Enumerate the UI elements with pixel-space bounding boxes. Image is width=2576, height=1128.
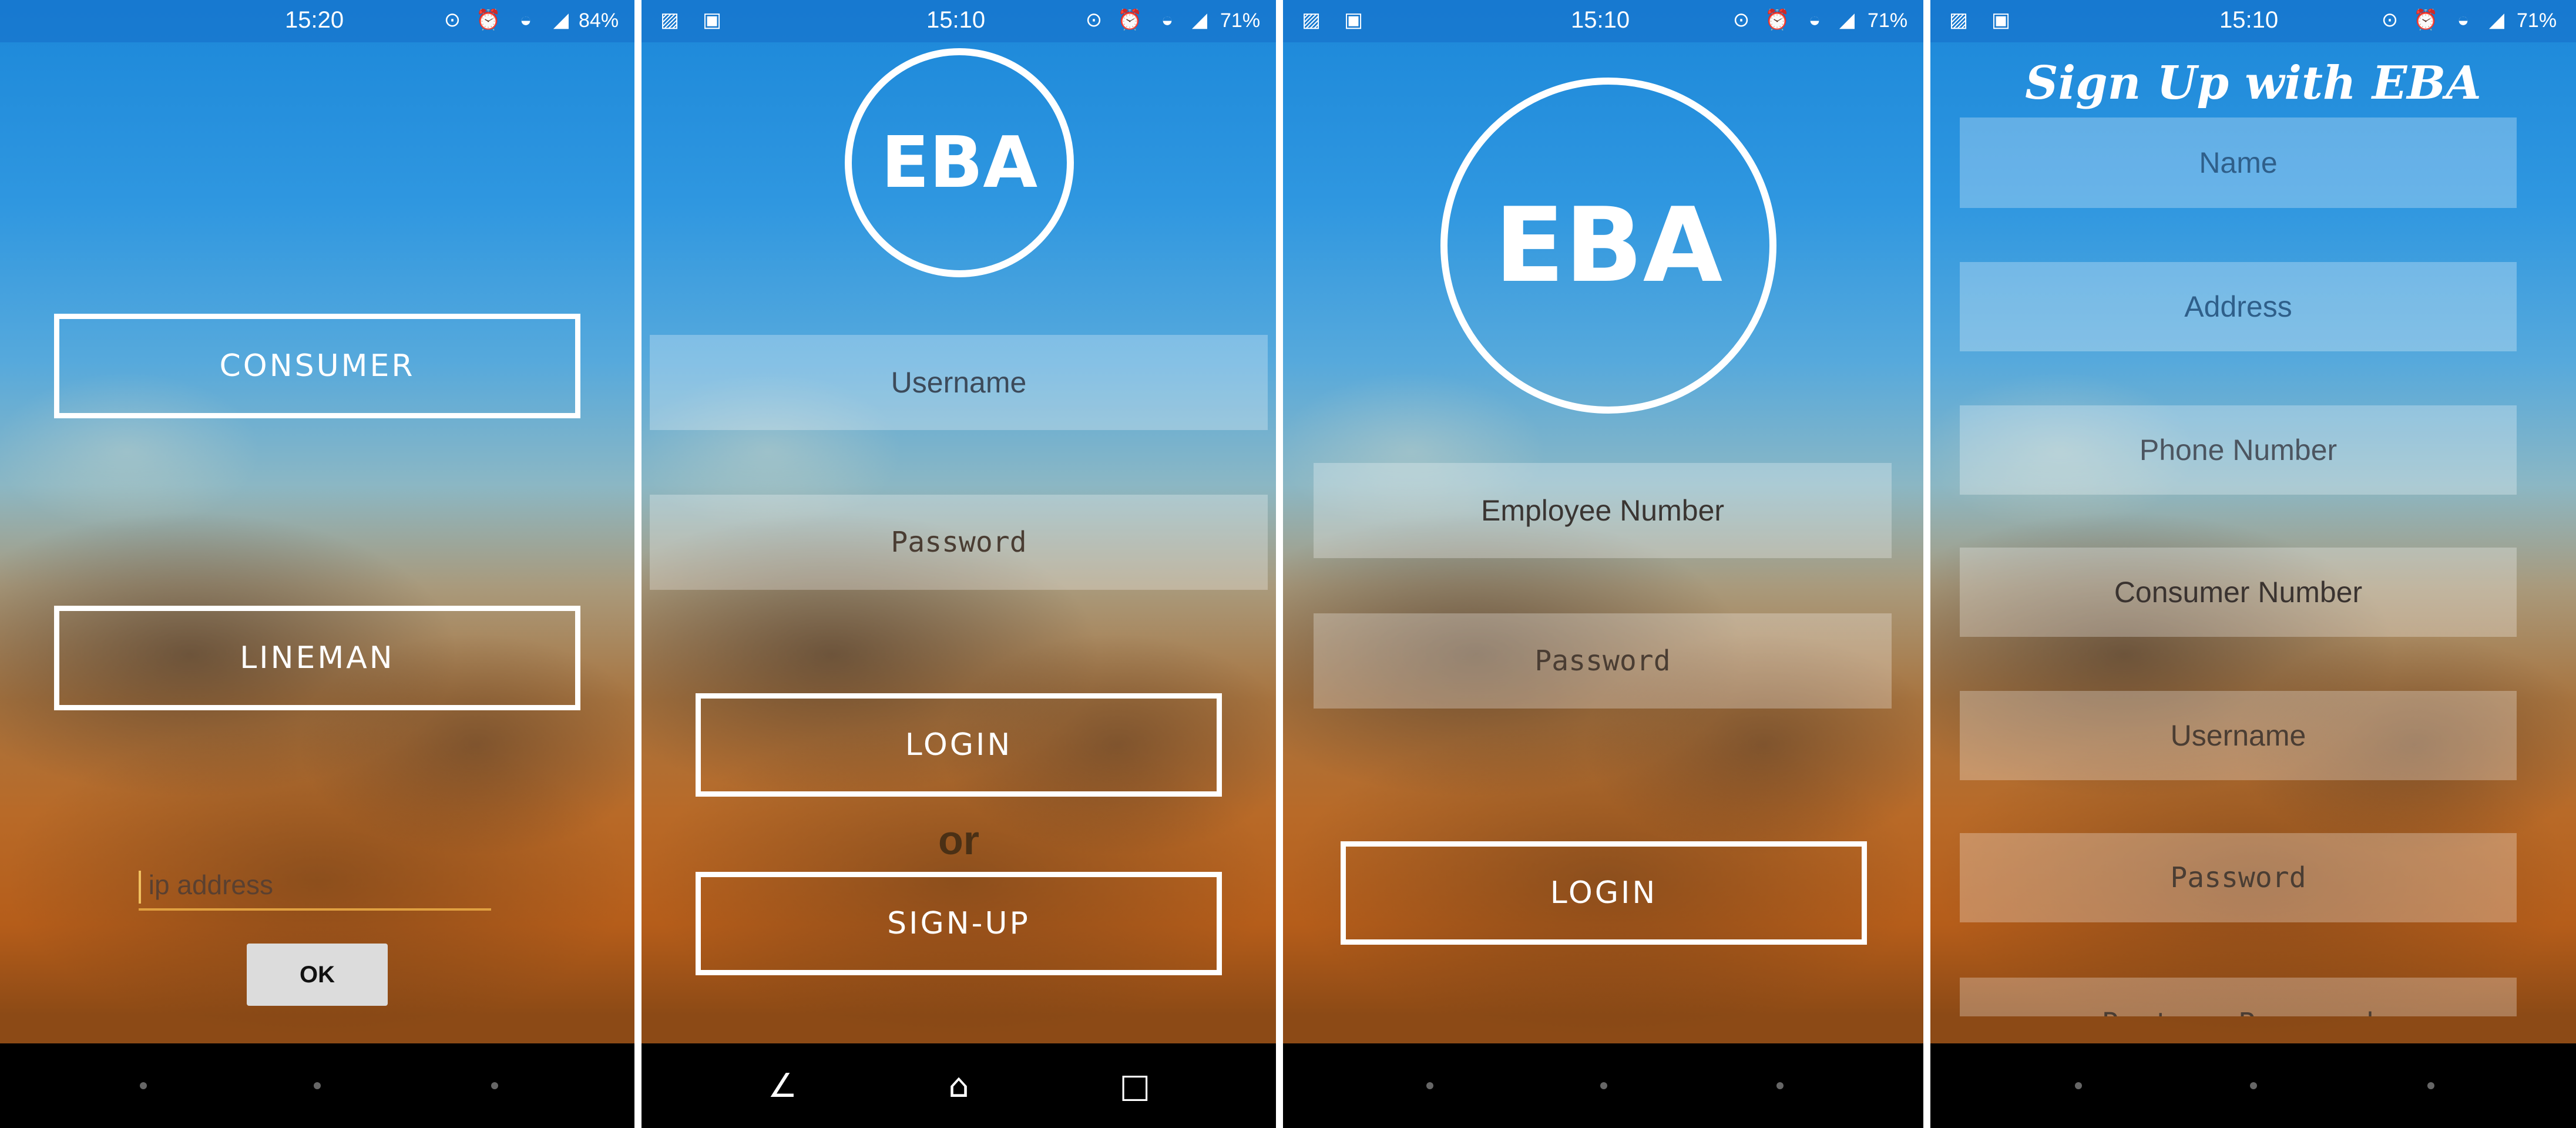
- alarm-icon: ⏰: [1765, 9, 1790, 31]
- status-bar: ▨ ▣ 15:10 ⊙ ⏰ ◒ ◢ 71%: [1930, 0, 2576, 42]
- nav-dot-left: [2075, 1082, 2082, 1089]
- nav-dot-center: [1600, 1082, 1607, 1089]
- ip-address-placeholder: ip address: [148, 870, 274, 900]
- nav-dot-left: [140, 1082, 147, 1089]
- name-field[interactable]: Name: [1960, 118, 2517, 208]
- nav-dot-right: [491, 1082, 498, 1089]
- battery-percent: 71%: [1220, 9, 1261, 32]
- screen-divider: [1276, 0, 1283, 1128]
- status-time: 15:10: [2219, 7, 2279, 33]
- home-icon[interactable]: ⌂: [935, 1066, 982, 1107]
- sync-icon: ⊙: [1085, 9, 1103, 31]
- nav-dot-left: [1426, 1082, 1433, 1089]
- password-field[interactable]: Password: [1314, 613, 1892, 709]
- nav-dot-center: [2250, 1082, 2257, 1089]
- image-icon: ▨: [660, 9, 680, 31]
- navigation-bar: [0, 1043, 634, 1128]
- nav-dot-right: [1776, 1082, 1784, 1089]
- login-button[interactable]: LOGIN: [696, 693, 1222, 797]
- image-icon: ▨: [1301, 9, 1321, 31]
- retype-password-field[interactable]: Re-type Password: [1960, 978, 2517, 1016]
- status-bar: 15:20 ⊙ ⏰ ◒ ◢ 84%: [0, 0, 634, 42]
- screen-divider: [1923, 0, 1930, 1128]
- bag-icon: ▣: [1344, 9, 1363, 31]
- eba-logo: EBA: [1440, 78, 1776, 414]
- status-time: 15:20: [285, 7, 344, 33]
- consumer-number-field[interactable]: Consumer Number: [1960, 548, 2517, 637]
- sync-icon: ⊙: [1732, 9, 1750, 31]
- back-icon[interactable]: ∠: [759, 1066, 806, 1107]
- screen-divider: [634, 0, 642, 1128]
- ip-address-input[interactable]: ip address: [139, 864, 491, 911]
- ok-button[interactable]: OK: [247, 944, 388, 1006]
- or-separator: or: [938, 817, 979, 863]
- image-icon: ▨: [1949, 9, 1969, 31]
- wifi-icon: ◒: [1808, 9, 1821, 31]
- bag-icon: ▣: [702, 9, 722, 31]
- consumer-button[interactable]: CONSUMER: [54, 314, 580, 418]
- screen-lineman-login: ▨ ▣ 15:10 ⊙ ⏰ ◒ ◢ 71% EBA Employee Numbe…: [1283, 0, 1923, 1128]
- wifi-icon: ◒: [2457, 9, 2470, 31]
- retype-password-field-clip: Re-type Password: [1960, 978, 2517, 1016]
- navigation-bar: [1930, 1043, 2576, 1128]
- screen-consumer-login: ▨ ▣ 15:10 ⊙ ⏰ ◒ ◢ 71% EBA Username Passw…: [642, 0, 1276, 1128]
- status-bar: ▨ ▣ 15:10 ⊙ ⏰ ◒ ◢ 71%: [1283, 0, 1923, 42]
- text-cursor: [139, 870, 141, 904]
- status-time: 15:10: [1571, 7, 1630, 33]
- alarm-icon: ⏰: [1117, 9, 1143, 31]
- battery-percent: 84%: [579, 9, 619, 32]
- lineman-button[interactable]: LINEMAN: [54, 606, 580, 710]
- battery-percent: 71%: [2517, 9, 2557, 32]
- signup-title: Sign Up with EBA: [2025, 56, 2481, 110]
- eba-logo: EBA: [845, 48, 1074, 277]
- username-field[interactable]: Username: [650, 335, 1268, 430]
- battery-percent: 71%: [1868, 9, 1908, 32]
- login-button[interactable]: LOGIN: [1341, 841, 1867, 945]
- password-field[interactable]: Password: [1960, 833, 2517, 922]
- alarm-icon: ⏰: [2413, 9, 2439, 31]
- nav-dot-center: [314, 1082, 321, 1089]
- screen-signup: ▨ ▣ 15:10 ⊙ ⏰ ◒ ◢ 71% Sign Up with EBA N…: [1930, 0, 2576, 1128]
- navigation-bar: ∠ ⌂ □: [642, 1043, 1276, 1128]
- recents-icon[interactable]: □: [1111, 1066, 1158, 1107]
- screen-role-select: 15:20 ⊙ ⏰ ◒ ◢ 84% CONSUMER LINEMAN ip ad…: [0, 0, 634, 1128]
- status-time: 15:10: [926, 7, 986, 33]
- signup-button[interactable]: SIGN-UP: [696, 872, 1222, 975]
- bag-icon: ▣: [1991, 9, 2011, 31]
- wifi-icon: ◒: [519, 9, 532, 31]
- phone-number-field[interactable]: Phone Number: [1960, 405, 2517, 495]
- status-bar: ▨ ▣ 15:10 ⊙ ⏰ ◒ ◢ 71%: [642, 0, 1276, 42]
- sync-icon: ⊙: [444, 9, 461, 31]
- nav-dot-right: [2427, 1082, 2434, 1089]
- sync-icon: ⊙: [2381, 9, 2399, 31]
- employee-number-field[interactable]: Employee Number: [1314, 463, 1892, 558]
- address-field[interactable]: Address: [1960, 262, 2517, 351]
- wifi-icon: ◒: [1161, 9, 1174, 31]
- username-field[interactable]: Username: [1960, 691, 2517, 780]
- signal-icon: ◢: [1839, 9, 1855, 31]
- signal-icon: ◢: [1191, 9, 1208, 31]
- signal-icon: ◢: [2488, 9, 2505, 31]
- alarm-icon: ⏰: [476, 9, 501, 31]
- navigation-bar: [1283, 1043, 1923, 1128]
- password-field[interactable]: Password: [650, 495, 1268, 590]
- signal-icon: ◢: [553, 9, 569, 31]
